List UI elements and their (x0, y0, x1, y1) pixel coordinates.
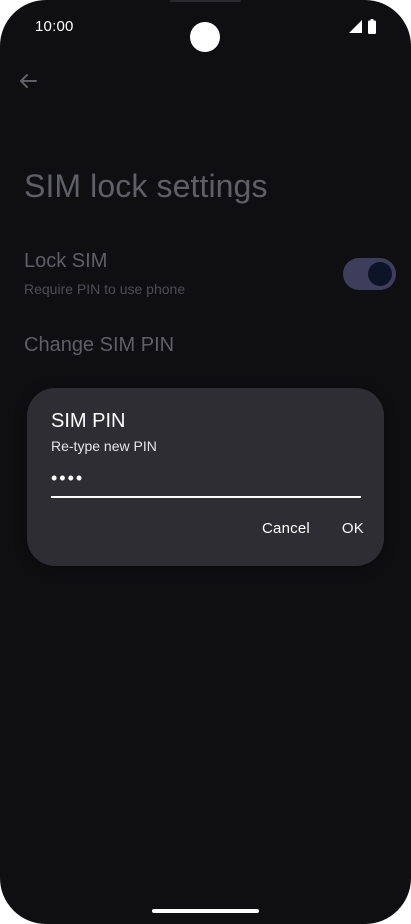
screen: 10:00 SIM lock settings Lock SIM Require… (0, 0, 411, 924)
status-time: 10:00 (35, 18, 74, 35)
status-bar: 10:00 (0, 0, 411, 56)
battery-icon (368, 19, 376, 34)
toggle-knob (368, 262, 392, 286)
signal-icon (349, 20, 362, 33)
front-camera (190, 22, 220, 52)
phone-frame: 10:00 SIM lock settings Lock SIM Require… (0, 0, 411, 924)
lock-sim-title: Lock SIM (24, 250, 108, 272)
sim-pin-dialog: SIM PIN Re-type new PIN •••• Cancel OK (27, 388, 384, 566)
ok-button[interactable]: OK (342, 520, 364, 537)
arrow-back-icon (20, 74, 37, 88)
page-title: SIM lock settings (24, 168, 268, 204)
pin-input-value: •••• (51, 468, 85, 488)
dialog-actions: Cancel OK (262, 520, 364, 537)
pin-input[interactable]: •••• (51, 466, 361, 498)
lock-sim-setting[interactable]: Lock SIM Require PIN to use phone (24, 250, 396, 306)
change-sim-pin-title: Change SIM PIN (24, 334, 175, 356)
back-button[interactable] (14, 67, 42, 95)
lock-sim-subtitle: Require PIN to use phone (24, 281, 186, 297)
lock-sim-toggle[interactable] (343, 258, 396, 290)
change-sim-pin-setting[interactable]: Change SIM PIN (24, 334, 396, 362)
dialog-message: Re-type new PIN (51, 438, 157, 454)
dialog-title: SIM PIN (51, 410, 126, 432)
home-indicator[interactable] (152, 909, 259, 913)
cancel-button[interactable]: Cancel (262, 520, 310, 537)
